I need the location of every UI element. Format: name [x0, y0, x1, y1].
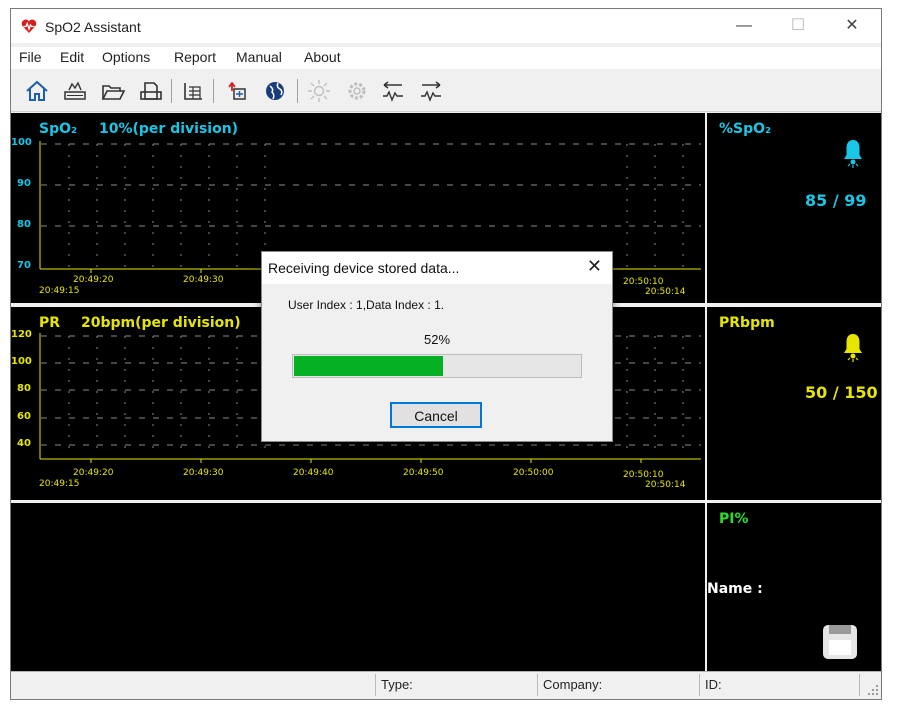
x-tick-label: 20:49:15	[39, 286, 80, 296]
spo2-alarm-bell-icon[interactable]	[841, 137, 865, 169]
x-tick-label: 20:49:30	[183, 275, 224, 285]
x-tick-label: 20:50:14	[645, 287, 686, 297]
pr-alarm-bell-icon[interactable]	[841, 331, 865, 363]
receiving-data-dialog: Receiving device stored data... ✕ User I…	[261, 251, 613, 442]
globe-icon[interactable]	[261, 77, 289, 105]
x-tick-label: 20:50:10	[623, 470, 664, 480]
menu-options[interactable]: Options	[102, 49, 150, 65]
name-label: Name :	[707, 581, 763, 597]
dialog-info-text: User Index : 1,Data Index : 1.	[288, 298, 445, 312]
toolbar-separator	[297, 79, 298, 103]
menu-report[interactable]: Report	[174, 49, 216, 65]
y-tick-label: 70	[17, 260, 31, 271]
x-tick-label: 20:49:15	[39, 479, 80, 489]
table-icon[interactable]	[179, 77, 207, 105]
x-tick-label: 20:50:00	[513, 468, 554, 478]
menu-manual[interactable]: Manual	[236, 49, 282, 65]
pr-alarm-limits: 50 / 150	[805, 383, 878, 402]
status-divider	[537, 674, 538, 696]
gear-icon[interactable]	[343, 77, 371, 105]
x-tick-label: 20:50:14	[645, 480, 686, 490]
progress-bar	[292, 354, 582, 378]
status-divider	[859, 674, 860, 696]
status-id: ID:	[705, 677, 722, 692]
print-icon[interactable]	[137, 77, 165, 105]
pi-stats-panel: PI% Name :	[707, 503, 881, 671]
maximize-button[interactable]: ☐	[775, 13, 821, 39]
heart-logo-icon	[21, 19, 37, 33]
y-tick-label: 90	[17, 178, 31, 189]
spo2-label: SpO₂	[39, 121, 78, 137]
progress-percent: 52%	[423, 332, 451, 347]
dialog-close-button[interactable]: ✕	[587, 256, 602, 277]
x-tick-label: 20:50:10	[623, 277, 664, 287]
window-title: SpO2 Assistant	[45, 19, 141, 35]
y-tick-label: 120	[11, 329, 32, 340]
close-button[interactable]: ✕	[829, 13, 875, 39]
upload-icon[interactable]	[223, 77, 251, 105]
x-tick-label: 20:49:50	[403, 468, 444, 478]
y-tick-label: 60	[17, 411, 31, 422]
spo2-stats-panel: %SpO₂ 85 / 99	[707, 113, 881, 303]
pi-chart-panel	[11, 503, 705, 671]
pr-stats-panel: PRbpm 50 / 150	[707, 307, 881, 500]
cancel-button[interactable]: Cancel	[390, 402, 482, 428]
home-icon[interactable]	[23, 77, 51, 105]
title-bar[interactable]: SpO2 Assistant — ☐ ✕	[11, 9, 881, 43]
toolbar-separator	[171, 79, 172, 103]
minimize-button[interactable]: —	[721, 13, 767, 39]
save-disk-icon[interactable]	[821, 623, 859, 661]
resize-grip-icon[interactable]	[867, 684, 879, 696]
x-tick-label: 20:49:20	[73, 275, 114, 285]
device-icon[interactable]	[61, 77, 89, 105]
spo2-alarm-limits: 85 / 99	[805, 191, 867, 210]
status-divider	[699, 674, 700, 696]
y-tick-label: 40	[17, 438, 31, 449]
dialog-title-bar[interactable]: Receiving device stored data... ✕	[262, 252, 612, 284]
open-folder-icon[interactable]	[99, 77, 127, 105]
menu-about[interactable]: About	[304, 49, 341, 65]
x-tick-label: 20:49:20	[73, 468, 114, 478]
pr-stat-name: PRbpm	[719, 315, 775, 331]
spo2-stat-name: %SpO₂	[719, 121, 772, 137]
pr-label: PR	[39, 315, 61, 331]
y-tick-label: 80	[17, 219, 31, 230]
menu-edit[interactable]: Edit	[60, 49, 84, 65]
menu-bar: File Edit Options Report Manual About	[11, 47, 881, 69]
status-bar: Type: Company: ID:	[11, 671, 881, 699]
menu-file[interactable]: File	[19, 49, 42, 65]
y-tick-label: 100	[11, 356, 32, 367]
spo2-scale: 10%(per division)	[99, 121, 239, 137]
y-tick-label: 100	[11, 137, 32, 148]
pi-stat-name: PI%	[719, 511, 749, 527]
y-tick-label: 80	[17, 383, 31, 394]
status-type: Type:	[381, 677, 413, 692]
status-divider	[375, 674, 376, 696]
sun-icon[interactable]	[305, 77, 333, 105]
left-waveform-icon[interactable]	[379, 77, 407, 105]
dialog-title: Receiving device stored data...	[268, 260, 460, 276]
x-tick-label: 20:49:40	[293, 468, 334, 478]
status-company: Company:	[543, 677, 603, 692]
toolbar-separator	[213, 79, 214, 103]
progress-fill	[294, 356, 443, 376]
right-waveform-icon[interactable]	[417, 77, 445, 105]
x-tick-label: 20:49:30	[183, 468, 224, 478]
pr-scale: 20bpm(per division)	[81, 315, 241, 331]
toolbar	[11, 71, 881, 112]
